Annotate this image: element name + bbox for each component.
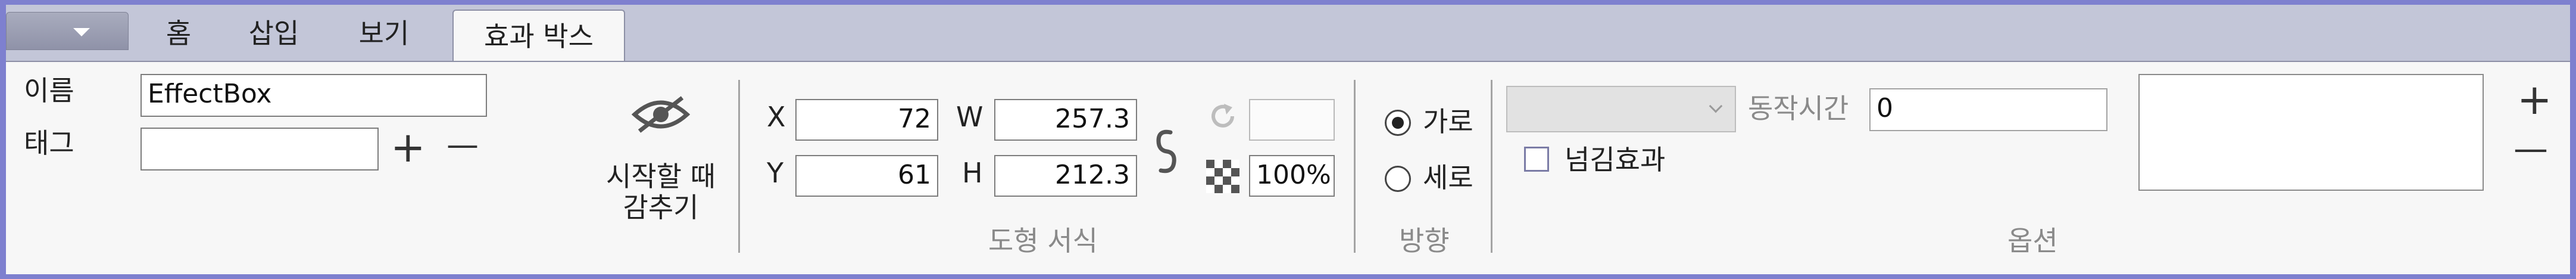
w-label: W xyxy=(956,101,983,133)
y-input[interactable]: 61 xyxy=(795,155,938,197)
tag-input[interactable] xyxy=(140,128,379,170)
effect-type-dropdown[interactable] xyxy=(1506,86,1736,132)
hide-on-start-line2: 감추기 xyxy=(623,191,699,224)
remove-tag-button[interactable]: — xyxy=(446,124,479,166)
direction-vertical-radio[interactable] xyxy=(1385,166,1411,192)
ribbon-tab-bar: 홈 삽입 보기 효과 박스 xyxy=(6,5,2570,64)
name-label: 이름 xyxy=(24,75,74,107)
h-label: H xyxy=(962,157,983,189)
options-preview-box[interactable] xyxy=(2138,74,2484,191)
group-separator xyxy=(1354,80,1356,253)
group-separator xyxy=(1491,80,1492,253)
link-aspect-ratio-icon[interactable] xyxy=(1153,128,1180,175)
app-window: 홈 삽입 보기 효과 박스 이름 EffectBox 태그 + — 시작할 때 … xyxy=(6,5,2570,274)
remove-option-button[interactable]: — xyxy=(2513,128,2548,169)
group-separator xyxy=(738,80,740,253)
chevron-down-icon xyxy=(1709,99,1723,113)
opacity-checker-icon xyxy=(1206,160,1239,193)
direction-horizontal-label: 가로 xyxy=(1423,106,1473,138)
x-label: X xyxy=(767,101,786,133)
add-tag-button[interactable]: + xyxy=(391,126,426,168)
tab-insert[interactable]: 삽입 xyxy=(229,12,319,55)
tag-label: 태그 xyxy=(24,127,74,159)
eye-hidden-icon xyxy=(631,96,691,133)
x-input[interactable]: 72 xyxy=(795,99,938,141)
h-input[interactable]: 212.3 xyxy=(994,155,1137,197)
hide-on-start-button[interactable]: 시작할 때 감추기 xyxy=(583,86,738,253)
add-option-button[interactable]: + xyxy=(2517,79,2552,120)
opacity-input[interactable]: 100% xyxy=(1249,155,1335,197)
options-group-label: 옵션 xyxy=(2007,225,2058,257)
duration-input[interactable]: 0 xyxy=(1869,88,2107,131)
tab-home[interactable]: 홈 xyxy=(140,12,217,55)
w-input[interactable]: 257.3 xyxy=(994,99,1137,141)
page-flip-label: 넘김효과 xyxy=(1565,144,1666,176)
direction-group-label: 방향 xyxy=(1399,225,1450,257)
y-label: Y xyxy=(767,157,784,189)
hide-on-start-line1: 시작할 때 xyxy=(606,160,716,193)
chevron-down-icon xyxy=(73,28,90,36)
duration-label: 동작시간 xyxy=(1748,92,1849,125)
name-input[interactable]: EffectBox xyxy=(140,74,487,117)
rotate-icon xyxy=(1211,104,1234,128)
direction-vertical-label: 세로 xyxy=(1423,162,1473,194)
app-menu-button[interactable] xyxy=(6,12,129,50)
ribbon-panel: 이름 EffectBox 태그 + — 시작할 때 감추기 X 72 Y 61 … xyxy=(6,61,2570,274)
rotation-input[interactable] xyxy=(1249,99,1335,141)
page-flip-checkbox[interactable] xyxy=(1524,147,1549,172)
direction-horizontal-radio[interactable] xyxy=(1385,110,1411,136)
tab-view[interactable]: 보기 xyxy=(339,12,429,55)
shape-format-group-label: 도형 서식 xyxy=(988,225,1098,257)
tab-effect-box[interactable]: 효과 박스 xyxy=(452,10,625,64)
